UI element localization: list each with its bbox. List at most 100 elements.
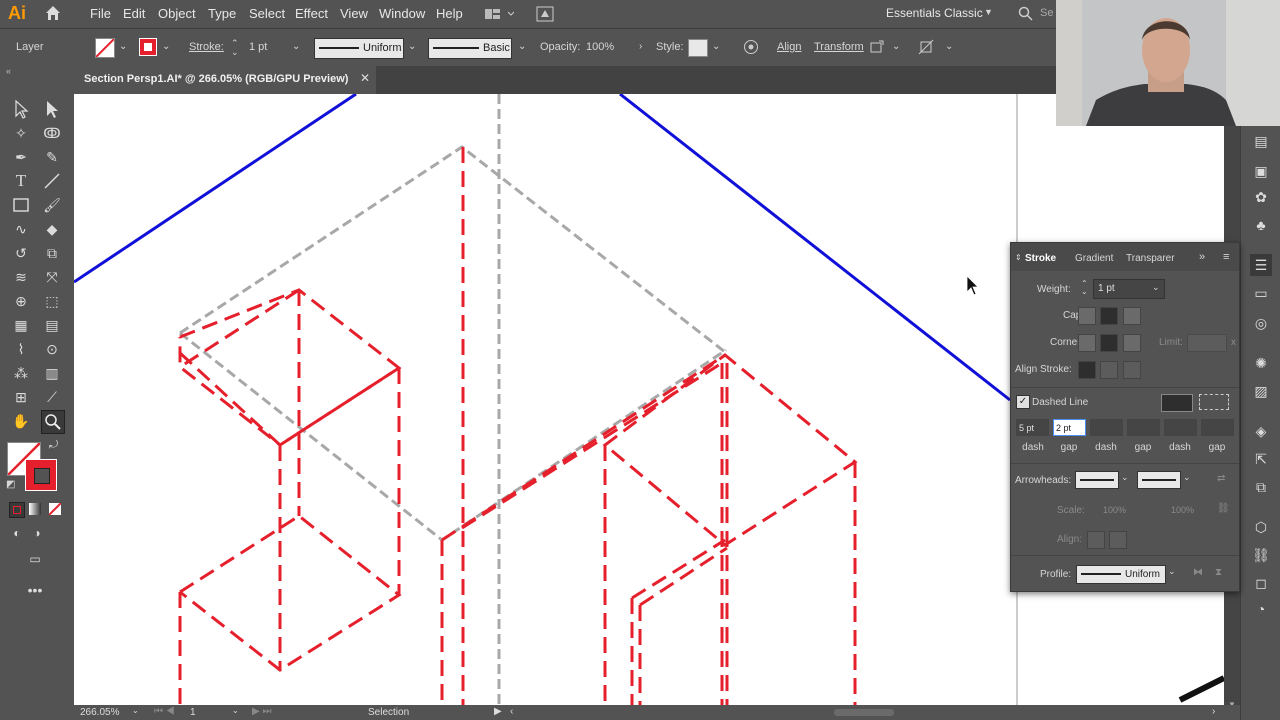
align-inside-icon[interactable] xyxy=(1100,361,1118,379)
warp-tool-icon[interactable]: ≋ xyxy=(10,266,32,288)
close-tab-icon[interactable]: ✕ xyxy=(360,71,370,85)
rotate-tool-icon[interactable]: ↺ xyxy=(10,242,32,264)
opacity-label[interactable]: Opacity: xyxy=(540,41,580,53)
chevron-down-icon[interactable]: ⌄ xyxy=(1121,472,1129,483)
opacity-input[interactable]: 100% xyxy=(586,41,614,53)
brushes-icon[interactable]: ✿ xyxy=(1250,186,1272,208)
artboard-tool-icon[interactable]: ⊞ xyxy=(10,386,32,408)
direct-selection-tool-icon[interactable] xyxy=(41,98,63,120)
chevron-down-icon[interactable]: ⌄ xyxy=(292,41,300,52)
transform-link[interactable]: Transform xyxy=(814,41,864,53)
gap-1-input[interactable]: 2 pt xyxy=(1053,419,1086,436)
libraries-icon[interactable]: ▣ xyxy=(1250,160,1272,182)
round-join-icon[interactable] xyxy=(1100,334,1118,352)
edit-toolbar-icon[interactable]: ••• xyxy=(24,579,46,601)
gradient-mode-icon[interactable] xyxy=(29,503,41,515)
stroke-swatch[interactable] xyxy=(139,38,157,56)
chevron-down-icon[interactable]: ⌄ xyxy=(1183,472,1191,483)
symbols-icon[interactable]: ♣ xyxy=(1250,214,1272,236)
artboard-number-input[interactable]: 1 xyxy=(190,707,196,718)
appearance-icon[interactable]: ✺ xyxy=(1250,352,1272,374)
column-graph-tool-icon[interactable]: ▥ xyxy=(41,362,63,384)
menu-view[interactable]: View xyxy=(340,6,368,21)
asset-export-icon[interactable]: ⬡ xyxy=(1250,516,1272,538)
chevron-down-icon[interactable]: ⌄ xyxy=(132,706,139,715)
slice-tool-icon[interactable]: ⟋ xyxy=(41,386,63,408)
draw-behind-icon[interactable]: ◑ xyxy=(26,522,48,544)
chevron-down-icon[interactable]: ⌄ xyxy=(892,41,900,52)
panel-collapse-icon[interactable]: ⇕ xyxy=(1015,253,1022,262)
links-icon[interactable]: ⛓ xyxy=(1250,544,1272,566)
hand-tool-icon[interactable]: ✋ xyxy=(10,410,32,432)
stroke-color-swatch[interactable] xyxy=(25,459,57,491)
menu-edit[interactable]: Edit xyxy=(123,6,145,21)
scroll-left-icon[interactable]: ‹ xyxy=(510,706,513,717)
chevron-down-icon[interactable]: ▼ xyxy=(984,7,993,17)
stroke-panel-icon[interactable]: ☰ xyxy=(1250,254,1272,276)
brush-definition[interactable]: Basic xyxy=(428,38,512,59)
dashed-line-label[interactable]: Dashed Line xyxy=(1032,397,1088,408)
miter-join-icon[interactable] xyxy=(1078,334,1096,352)
graphic-style-swatch[interactable] xyxy=(688,39,708,57)
panel-menu-icon[interactable]: ≡ xyxy=(1223,251,1229,263)
menu-window[interactable]: Window xyxy=(379,6,425,21)
dashed-line-checkbox[interactable]: ✓ xyxy=(1016,395,1030,409)
preserve-dash-icon[interactable] xyxy=(1161,394,1193,412)
align-center-icon[interactable] xyxy=(1078,361,1096,379)
stroke-weight-input[interactable]: 1 pt xyxy=(249,41,267,53)
variable-width-profile[interactable]: Uniform xyxy=(314,38,404,59)
document-tab-title[interactable]: Section Persp1.AI* @ 266.05% (RGB/GPU Pr… xyxy=(84,73,348,85)
dash-1-input[interactable]: 5 pt xyxy=(1016,419,1049,436)
scroll-right-icon[interactable]: › xyxy=(1212,706,1215,717)
gradient-panel-icon[interactable]: ▭ xyxy=(1250,282,1272,304)
properties-icon[interactable]: ▤ xyxy=(1250,130,1272,152)
chevron-down-icon[interactable]: ⌄ xyxy=(1168,566,1176,577)
rectangle-tool-icon[interactable] xyxy=(10,194,32,216)
search-icon[interactable] xyxy=(1018,6,1034,22)
weight-input[interactable]: 1 pt ⌄ xyxy=(1093,279,1165,299)
type-tool-icon[interactable]: T xyxy=(10,170,32,192)
stepper-icon[interactable]: ⌃ ⌄ xyxy=(231,39,239,57)
chevron-down-icon[interactable]: ⌄ xyxy=(518,41,526,52)
tab-gradient[interactable]: Gradient xyxy=(1075,253,1113,264)
zoom-tool-icon[interactable] xyxy=(41,410,65,434)
menu-object[interactable]: Object xyxy=(158,6,196,21)
align-dash-corners-icon[interactable] xyxy=(1199,394,1229,410)
default-colors-icon[interactable]: ◩ xyxy=(6,479,15,490)
dash-3-input[interactable] xyxy=(1164,419,1197,436)
horizontal-scroll-thumb[interactable] xyxy=(834,709,894,716)
color-mode-icon[interactable] xyxy=(9,502,25,518)
color-guide-icon[interactable]: ◔ xyxy=(1250,598,1272,620)
collapse-icon[interactable]: « xyxy=(6,66,11,76)
end-arrowhead-select[interactable] xyxy=(1137,471,1181,489)
shape-builder-tool-icon[interactable]: ⊕ xyxy=(10,290,32,312)
gap-3-input[interactable] xyxy=(1201,419,1234,436)
round-cap-icon[interactable] xyxy=(1100,307,1118,325)
projecting-cap-icon[interactable] xyxy=(1123,307,1141,325)
profile-select[interactable]: Uniform xyxy=(1076,565,1166,584)
start-arrowhead-select[interactable] xyxy=(1075,471,1119,489)
artboards-icon[interactable]: ⧉ xyxy=(1250,476,1272,498)
graphic-styles-icon[interactable]: ▨ xyxy=(1250,380,1272,402)
eraser-tool-icon[interactable]: ◆ xyxy=(41,218,63,240)
arrange-documents-icon[interactable] xyxy=(484,6,515,22)
search-input[interactable]: Se xyxy=(1040,7,1053,19)
menu-file[interactable]: File xyxy=(90,6,111,21)
paintbrush-tool-icon[interactable]: 🖌 xyxy=(41,194,63,216)
next-artboard-icon[interactable]: ▶ ⏭ xyxy=(252,706,271,717)
tab-transparency[interactable]: Transparer xyxy=(1126,253,1175,264)
layers-icon[interactable]: ◈ xyxy=(1250,420,1272,442)
tab-stroke[interactable]: Stroke xyxy=(1025,253,1056,264)
zoom-level-input[interactable]: 266.05% xyxy=(80,707,119,718)
gradient-tool-icon[interactable]: ▤ xyxy=(41,314,63,336)
fill-swatch[interactable] xyxy=(95,38,115,58)
scale-tool-icon[interactable]: ⧉ xyxy=(41,242,63,264)
free-transform-tool-icon[interactable]: ⤧ xyxy=(41,266,63,288)
chevron-down-icon[interactable]: ⌄ xyxy=(945,41,953,52)
mesh-tool-icon[interactable]: ▦ xyxy=(10,314,32,336)
shaper-tool-icon[interactable]: ∿ xyxy=(10,218,32,240)
symbol-sprayer-tool-icon[interactable]: ⁂ xyxy=(10,362,32,384)
chevron-down-icon[interactable]: ⌄ xyxy=(408,41,416,52)
prev-artboard-icon[interactable]: ⏮ ◀ xyxy=(154,706,175,717)
selection-tool-icon[interactable] xyxy=(10,98,32,120)
